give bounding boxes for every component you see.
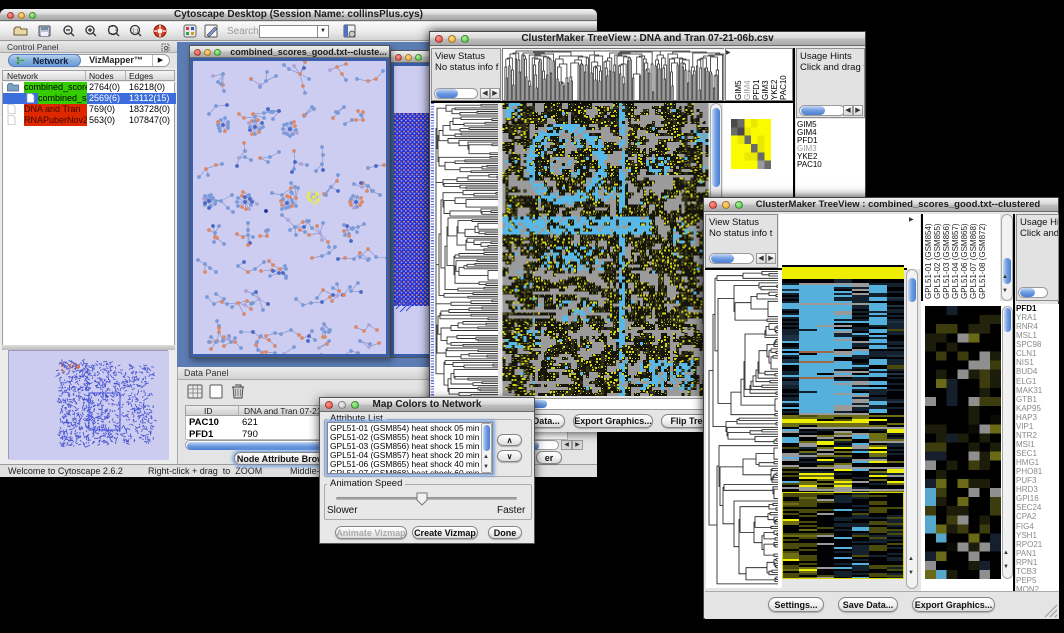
svg-text:1:1: 1:1 <box>132 29 139 35</box>
